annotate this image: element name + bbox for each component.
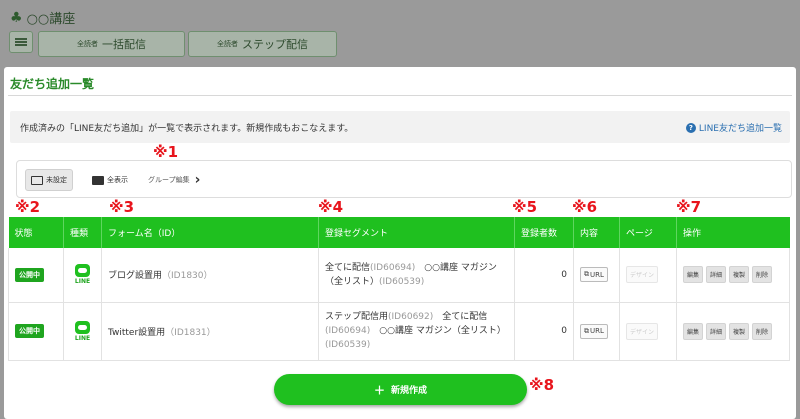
question-icon: ? [685, 122, 696, 133]
app-title: ♣ ○○講座 [10, 8, 76, 28]
annotation-mark-3: ※3 [109, 198, 135, 216]
duplicate-button[interactable]: 複製 [729, 266, 750, 284]
create-new-label: 新規作成 [390, 386, 427, 396]
folder-icon [92, 175, 104, 185]
url-button[interactable]: ⧉ URL [580, 323, 608, 339]
line-icon: LINE [70, 264, 95, 285]
external-link-icon: ⧉ [584, 270, 589, 279]
external-link-icon: ⧉ [584, 326, 589, 335]
table-header-row: 状態 種類 フォーム名（ID） 登録セグメント 登録者数 内容 ページ 操作 [8, 217, 790, 248]
group-edit-label: グループ編集 [148, 176, 190, 184]
filter-unset-button[interactable]: 未設定 [25, 169, 73, 191]
delete-button[interactable]: 削除 [752, 322, 773, 340]
status-badge: 公開中 [15, 267, 44, 282]
url-button[interactable]: ⧉ URL [580, 267, 608, 283]
header-actions[interactable]: 操作 [676, 217, 790, 248]
top-header: ♣ ○○講座 全読者 一括配信 全読者 ステップ配信 [0, 0, 800, 64]
table-row: 公開中 LINE Twitter設置用（ID1831） ステップ配信用(ID60… [8, 302, 790, 361]
form-name: Twitter設置用 [108, 327, 166, 338]
folder-outline-icon [31, 175, 43, 185]
help-link[interactable]: ? LINE友だち追加一覧 [685, 121, 782, 134]
segment-id: (ID60694) [370, 262, 416, 273]
app-title-text: ○○講座 [26, 12, 76, 27]
segment-id: (ID60694) [325, 326, 371, 336]
header-form-name[interactable]: フォーム名（ID） [101, 217, 319, 248]
header-content[interactable]: 内容 [573, 217, 620, 248]
step-delivery-tab[interactable]: 全読者 ステップ配信 [188, 31, 337, 57]
header-segment[interactable]: 登録セグメント [318, 217, 515, 248]
segment-name: ○○講座 マガジン（全リスト） [370, 326, 506, 336]
segment-id: (ID60692) [388, 312, 434, 322]
form-id: （ID1831） [165, 327, 216, 338]
friend-add-table: 状態 種類 フォーム名（ID） 登録セグメント 登録者数 内容 ページ 操作 公… [8, 217, 790, 361]
annotation-mark-7: ※7 [676, 198, 702, 216]
edit-button[interactable]: 編集 [683, 322, 704, 340]
table-row: 公開中 LINE ブログ設置用（ID1830） 全てに配信(ID60694) ○… [8, 248, 790, 303]
hamburger-icon [15, 38, 27, 46]
url-label: URL [590, 327, 604, 335]
registrant-count: 0 [514, 248, 574, 303]
tab-label: ステップ配信 [242, 38, 308, 51]
filter-unset-label: 未設定 [46, 176, 67, 184]
clover-logo-icon: ♣ [10, 9, 23, 26]
segment-id: (ID60539) [379, 276, 425, 287]
segment-name: 全てに配信 [325, 262, 371, 273]
chevron-right-icon: › [194, 172, 201, 188]
annotation-mark-5: ※5 [512, 198, 538, 216]
design-button[interactable]: デザイン [626, 266, 659, 284]
header-status[interactable]: 状態 [8, 217, 64, 248]
tab-label: 一括配信 [102, 38, 146, 51]
segment-cell: ステップ配信用(ID60692) 全てに配信 (ID60694) ○○講座 マガジ… [318, 302, 515, 361]
detail-button[interactable]: 詳細 [706, 266, 727, 284]
filter-all-label: 全表示 [107, 176, 128, 184]
registrant-count: 0 [514, 302, 574, 361]
create-new-button[interactable]: ＋ 新規作成 [274, 374, 527, 405]
header-page[interactable]: ページ [619, 217, 677, 248]
header-type[interactable]: 種類 [63, 217, 102, 248]
broadcast-all-tab[interactable]: 全読者 一括配信 [38, 31, 185, 57]
tab-small-label: 全読者 [77, 40, 98, 48]
info-bar: 作成済みの「LINE友だち追加」が一覧で表示されます。新規作成もおこなえます。 … [10, 111, 790, 143]
status-badge: 公開中 [15, 324, 44, 338]
delete-button[interactable]: 削除 [752, 266, 773, 284]
tab-small-label: 全読者 [217, 40, 238, 48]
menu-button[interactable] [9, 31, 33, 53]
annotation-mark-1: ※1 [153, 143, 179, 161]
annotation-mark-2: ※2 [15, 198, 41, 216]
group-filter-bar: 未設定 全表示 グループ編集 › [16, 160, 792, 198]
plus-icon: ＋ [373, 383, 385, 397]
edit-button[interactable]: 編集 [683, 266, 704, 284]
page-title: 友だち追加一覧 [10, 77, 95, 91]
annotation-mark-6: ※6 [572, 198, 598, 216]
annotation-mark-8: ※8 [529, 376, 555, 394]
form-id: （ID1830） [162, 271, 213, 282]
group-edit-button[interactable]: グループ編集 › [143, 169, 205, 191]
header-count[interactable]: 登録者数 [514, 217, 574, 248]
title-divider [8, 95, 792, 96]
line-type-label: LINE [74, 278, 91, 286]
filter-all-button[interactable]: 全表示 [87, 169, 133, 191]
line-icon: LINE [70, 320, 95, 342]
form-name: ブログ設置用 [108, 271, 163, 282]
segment-id: (ID60539) [325, 340, 371, 350]
help-link-label: LINE友だち追加一覧 [698, 124, 782, 134]
segment-name: ステップ配信用 [325, 312, 389, 322]
annotation-mark-4: ※4 [318, 198, 344, 216]
design-button[interactable]: デザイン [626, 322, 659, 340]
duplicate-button[interactable]: 複製 [729, 322, 750, 340]
line-type-label: LINE [74, 334, 91, 342]
url-label: URL [590, 270, 604, 279]
segment-cell: 全てに配信(ID60694) ○○講座 マガジン（全リスト）(ID60539) [318, 248, 515, 303]
segment-name: 全てに配信 [433, 312, 488, 322]
detail-button[interactable]: 詳細 [706, 322, 727, 340]
info-text: 作成済みの「LINE友だち追加」が一覧で表示されます。新規作成もおこなえます。 [20, 124, 354, 134]
